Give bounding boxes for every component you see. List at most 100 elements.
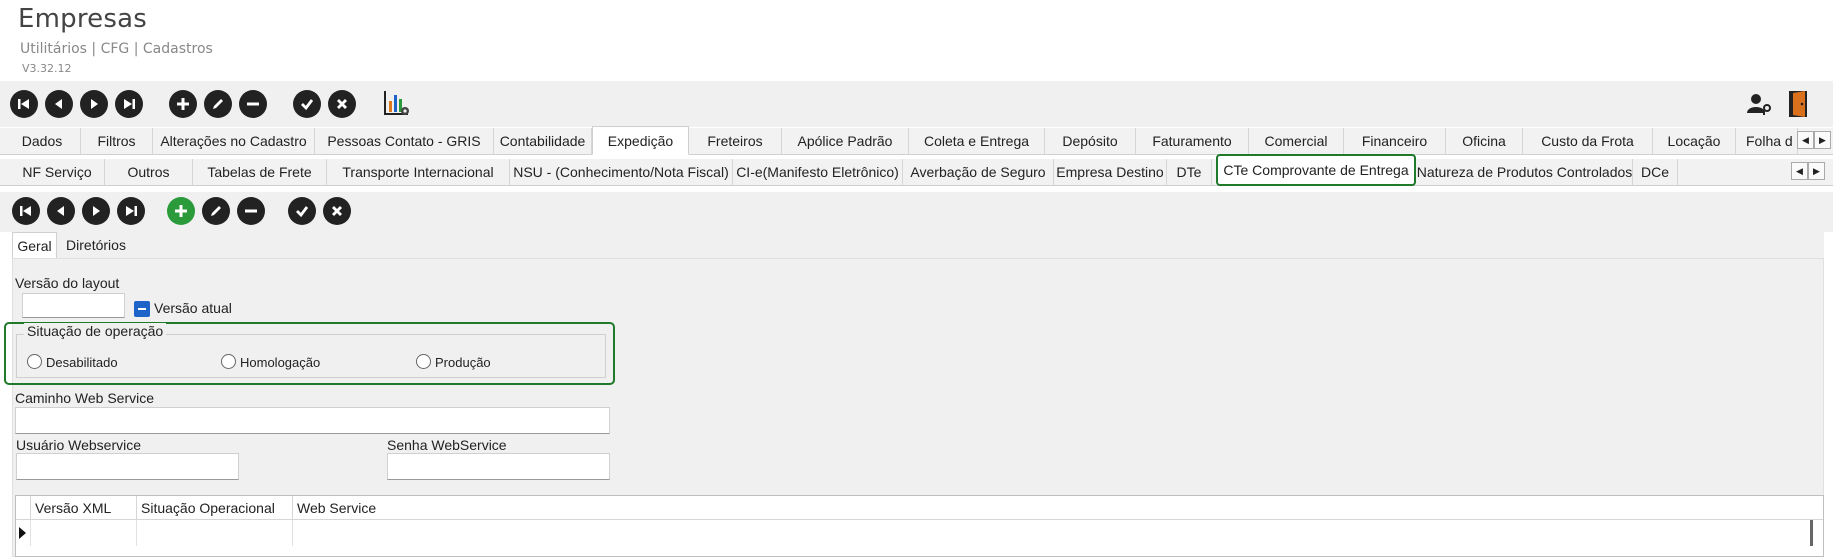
first-icon bbox=[20, 206, 31, 216]
tab-expedicao[interactable]: Expedição bbox=[592, 126, 689, 155]
tab-transporte-internacional[interactable]: Transporte Internacional bbox=[327, 159, 510, 185]
cell-versao-xml[interactable] bbox=[31, 520, 137, 546]
tab-geral[interactable]: Geral bbox=[12, 232, 57, 258]
report-button[interactable] bbox=[382, 89, 412, 119]
tab-dte[interactable]: DTe bbox=[1167, 159, 1212, 185]
tab-cie-manifesto[interactable]: CI-e(Manifesto Eletrônico) bbox=[733, 159, 903, 185]
edit-icon bbox=[211, 206, 221, 216]
table-row[interactable] bbox=[16, 520, 1823, 546]
exit-button[interactable] bbox=[1787, 89, 1811, 119]
column-header-versao-xml[interactable]: Versão XML bbox=[31, 496, 137, 520]
previous-icon bbox=[57, 206, 64, 216]
ws-user-label: Usuário Webservice bbox=[16, 437, 142, 453]
cancel-icon bbox=[337, 99, 347, 109]
exit-door-icon bbox=[1789, 91, 1807, 117]
scroll-right-icon[interactable]: ▶ bbox=[1808, 162, 1825, 180]
grid-header-corner bbox=[16, 496, 31, 520]
remove-icon bbox=[247, 102, 259, 106]
current-row-icon bbox=[19, 527, 26, 539]
column-header-situacao-operacional[interactable]: Situação Operacional bbox=[137, 496, 293, 520]
sub-tab-bar: NF Serviço Outros Tabelas de Frete Trans… bbox=[0, 154, 1833, 186]
tab-faturamento[interactable]: Faturamento bbox=[1136, 128, 1249, 154]
web-service-grid: Versão XML Situação Operacional Web Serv… bbox=[15, 495, 1824, 557]
next-icon bbox=[93, 206, 100, 216]
next-record-button[interactable] bbox=[80, 90, 108, 118]
confirm-icon bbox=[301, 99, 314, 111]
tab-dce[interactable]: DCe bbox=[1633, 159, 1678, 185]
cell-web-service[interactable] bbox=[293, 520, 1803, 546]
ws-password-label: Senha WebService bbox=[387, 437, 507, 453]
cancel-button[interactable] bbox=[323, 197, 351, 225]
scroll-left-icon[interactable]: ◀ bbox=[1791, 162, 1808, 180]
tab-empresa-destino[interactable]: Empresa Destino bbox=[1054, 159, 1167, 185]
remove-button[interactable] bbox=[239, 90, 267, 118]
tab-diretorios[interactable]: Diretórios bbox=[57, 232, 135, 258]
tab-financeiro[interactable]: Financeiro bbox=[1344, 128, 1446, 154]
remove-button[interactable] bbox=[237, 197, 265, 225]
last-record-button[interactable] bbox=[117, 197, 145, 225]
page-title: Empresas bbox=[18, 4, 147, 34]
tab-nf-servico[interactable]: NF Serviço bbox=[10, 159, 105, 185]
confirm-button[interactable] bbox=[293, 90, 321, 118]
user-key-icon bbox=[1747, 94, 1771, 115]
edit-button[interactable] bbox=[202, 197, 230, 225]
main-tab-scroll: ◀ ▶ bbox=[1797, 131, 1831, 149]
column-header-web-service[interactable]: Web Service bbox=[293, 496, 1803, 520]
tab-freteiros[interactable]: Freteiros bbox=[689, 128, 782, 154]
cell-situacao-operacional[interactable] bbox=[137, 520, 293, 546]
current-version-checkbox[interactable] bbox=[134, 301, 150, 317]
tab-averbacao-seguro[interactable]: Averbação de Seguro bbox=[903, 159, 1054, 185]
first-record-button[interactable] bbox=[10, 90, 38, 118]
tab-outros[interactable]: Outros bbox=[105, 159, 193, 185]
confirm-button[interactable] bbox=[288, 197, 316, 225]
layout-version-input[interactable] bbox=[22, 293, 125, 318]
scroll-right-icon[interactable]: ▶ bbox=[1814, 131, 1831, 149]
radio-desabilitado[interactable] bbox=[27, 354, 42, 369]
tab-alteracoes-cadastro[interactable]: Alterações no Cadastro bbox=[153, 128, 315, 154]
radio-desabilitado-label: Desabilitado bbox=[46, 355, 118, 370]
previous-record-button[interactable] bbox=[47, 197, 75, 225]
cancel-button[interactable] bbox=[328, 90, 356, 118]
main-toolbar bbox=[0, 81, 1833, 127]
tab-filtros[interactable]: Filtros bbox=[81, 128, 153, 154]
grid-scrollbar[interactable] bbox=[1810, 520, 1813, 546]
user-permissions-button[interactable] bbox=[1746, 91, 1772, 117]
edit-icon bbox=[213, 99, 223, 109]
previous-icon bbox=[55, 99, 62, 109]
operation-status-group: Situação de operação Desabilitado Homolo… bbox=[4, 322, 615, 385]
add-icon bbox=[175, 205, 187, 217]
ws-user-input[interactable] bbox=[16, 453, 239, 480]
tab-comercial[interactable]: Comercial bbox=[1249, 128, 1344, 154]
ws-path-input[interactable] bbox=[15, 407, 610, 434]
tab-contabilidade[interactable]: Contabilidade bbox=[494, 128, 592, 154]
tab-locacao[interactable]: Locação bbox=[1653, 128, 1736, 154]
tab-deposito[interactable]: Depósito bbox=[1045, 128, 1136, 154]
add-button[interactable] bbox=[167, 197, 195, 225]
layout-version-label: Versão do layout bbox=[15, 275, 120, 291]
radio-producao[interactable] bbox=[416, 354, 431, 369]
tab-pessoas-contato[interactable]: Pessoas Contato - GRIS bbox=[315, 128, 494, 154]
tab-tabelas-frete[interactable]: Tabelas de Frete bbox=[193, 159, 327, 185]
tab-custo-frota[interactable]: Custo da Frota bbox=[1523, 128, 1653, 154]
tab-folha[interactable]: Folha d bbox=[1736, 128, 1798, 154]
tab-cte-comprovante-entrega[interactable]: CTe Comprovante de Entrega bbox=[1216, 154, 1416, 186]
tab-oficina[interactable]: Oficina bbox=[1446, 128, 1523, 154]
edit-button[interactable] bbox=[204, 90, 232, 118]
previous-record-button[interactable] bbox=[45, 90, 73, 118]
add-button[interactable] bbox=[169, 90, 197, 118]
ws-password-input[interactable] bbox=[387, 453, 610, 480]
report-chart-icon bbox=[384, 91, 409, 115]
scroll-left-icon[interactable]: ◀ bbox=[1797, 131, 1814, 149]
confirm-icon bbox=[296, 206, 309, 218]
tab-dados[interactable]: Dados bbox=[4, 128, 81, 154]
last-record-button[interactable] bbox=[115, 90, 143, 118]
first-record-button[interactable] bbox=[12, 197, 40, 225]
tab-coleta-entrega[interactable]: Coleta e Entrega bbox=[909, 128, 1045, 154]
tab-nsu[interactable]: NSU - (Conhecimento/Nota Fiscal) bbox=[510, 159, 733, 185]
radio-homologacao[interactable] bbox=[221, 354, 236, 369]
row-indicator-cell bbox=[16, 520, 31, 546]
tab-apolice-padrao[interactable]: Apólice Padrão bbox=[782, 128, 909, 154]
tab-natureza-produtos[interactable]: Natureza de Produtos Controlados bbox=[1417, 159, 1633, 185]
next-record-button[interactable] bbox=[82, 197, 110, 225]
ws-path-label: Caminho Web Service bbox=[15, 390, 155, 406]
